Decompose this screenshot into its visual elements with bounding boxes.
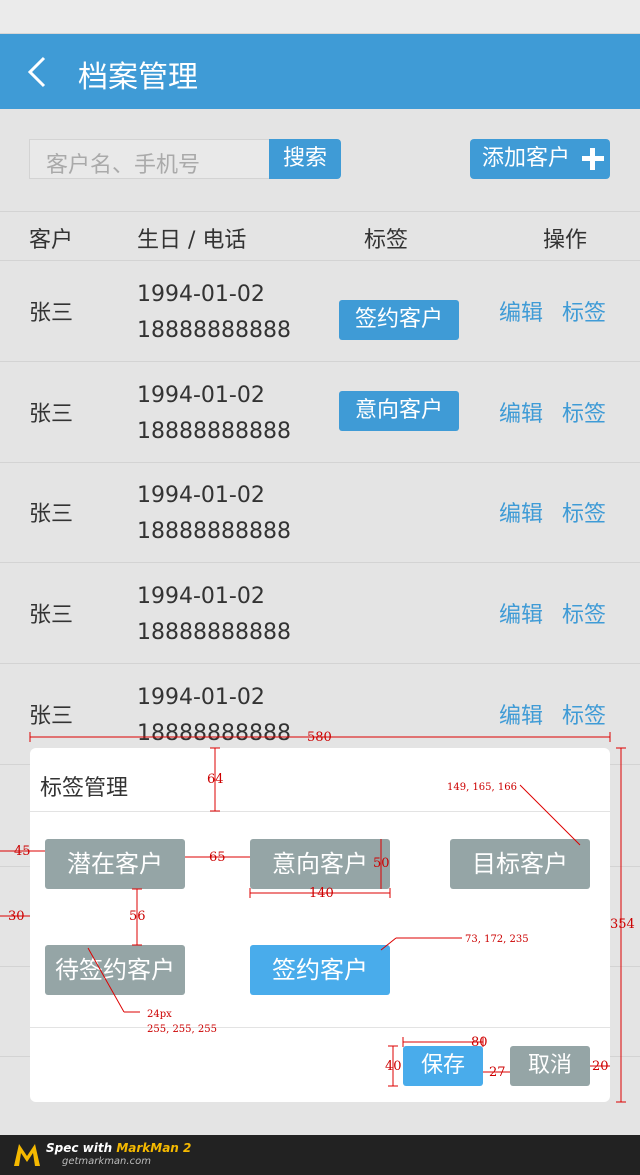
customer-phone: 18888888888 (137, 419, 291, 444)
page-title: 档案管理 (78, 60, 198, 95)
search-button[interactable]: 搜索 (269, 139, 341, 179)
column-header-tag: 标签 (364, 228, 409, 253)
customer-name: 张三 (29, 603, 74, 628)
chip-pending-customer[interactable]: 待签约客户 (45, 945, 185, 995)
annotation-left-45: 45 (14, 844, 31, 859)
customer-info: 1994-01-02 18888888888 (137, 277, 291, 349)
tag-link[interactable]: 标签 (562, 295, 606, 327)
customer-birthday: 1994-01-02 (137, 584, 265, 609)
customer-tag-badge: 签约客户 (339, 300, 459, 340)
customer-birthday: 1994-01-02 (137, 282, 265, 307)
edit-link[interactable]: 编辑 (499, 396, 543, 428)
customer-info: 1994-01-02 18888888888 (137, 378, 291, 450)
edit-link[interactable]: 编辑 (499, 496, 543, 528)
edit-link[interactable]: 编辑 (499, 597, 543, 629)
customer-phone: 18888888888 (137, 519, 291, 544)
customer-tag-badge: 意向客户 (339, 391, 459, 431)
chip-potential-customer[interactable]: 潜在客户 (45, 839, 185, 889)
customer-name: 张三 (29, 301, 74, 326)
tag-link[interactable]: 标签 (562, 396, 606, 428)
customer-phone: 18888888888 (137, 620, 291, 645)
brand-text: Spec with MarkMan 2 (46, 1141, 191, 1155)
customer-phone: 18888888888 (137, 318, 291, 343)
edit-link[interactable]: 编辑 (499, 698, 543, 730)
customer-name: 张三 (29, 704, 74, 729)
save-button[interactable]: 保存 (403, 1046, 483, 1086)
tag-link[interactable]: 标签 (562, 698, 606, 730)
search-row: 客户名、手机号 搜索 添加客户 (0, 109, 640, 211)
chip-intent-customer[interactable]: 意向客户 (250, 839, 390, 889)
customer-info: 1994-01-02 18888888888 (137, 579, 291, 651)
brand-name: MarkMan 2 (116, 1141, 192, 1155)
annotation-left-30: 30 (8, 909, 25, 924)
tag-link[interactable]: 标签 (562, 597, 606, 629)
markman-footer: Spec with MarkMan 2 getmarkman.com (0, 1135, 640, 1175)
customer-birthday: 1994-01-02 (137, 685, 265, 710)
markman-logo-icon (14, 1144, 40, 1166)
divider (30, 1027, 610, 1028)
status-bar (0, 0, 640, 34)
table-header: 客户 生日 / 电话 标签 操作 (0, 211, 640, 261)
customer-info: 1994-01-02 18888888888 (137, 478, 291, 550)
top-bar: 档案管理 (0, 34, 640, 109)
customer-birthday: 1994-01-02 (137, 483, 265, 508)
customer-birthday: 1994-01-02 (137, 383, 265, 408)
table-row: 张三 1994-01-02 18888888888 意向客户 编辑 标签 (0, 362, 640, 463)
back-arrow-icon[interactable] (24, 54, 54, 90)
table-row: 张三 1994-01-02 18888888888 编辑 标签 (0, 563, 640, 664)
customer-phone: 18888888888 (137, 721, 291, 746)
cancel-button[interactable]: 取消 (510, 1046, 590, 1086)
brand-site: getmarkman.com (62, 1156, 151, 1167)
search-input[interactable]: 客户名、手机号 (29, 139, 271, 179)
table-row: 张三 1994-01-02 18888888888 编辑 标签 (0, 462, 640, 563)
plus-icon (582, 148, 604, 170)
column-header-actions: 操作 (543, 228, 588, 253)
tag-link[interactable]: 标签 (562, 496, 606, 528)
customer-info: 1994-01-02 18888888888 (137, 680, 291, 752)
divider (30, 811, 610, 812)
chip-target-customer[interactable]: 目标客户 (450, 839, 590, 889)
edit-link[interactable]: 编辑 (499, 295, 543, 327)
customer-name: 张三 (29, 402, 74, 427)
customer-name: 张三 (29, 502, 74, 527)
column-header-birthday-phone: 生日 / 电话 (137, 228, 247, 253)
table-row: 张三 1994-01-02 18888888888 签约客户 编辑 标签 (0, 261, 640, 362)
add-customer-label: 添加客户 (482, 146, 571, 171)
chip-signed-customer[interactable]: 签约客户 (250, 945, 390, 995)
brand-prefix: Spec with (46, 1141, 117, 1155)
add-customer-button[interactable]: 添加客户 (470, 139, 610, 179)
annotation-height-354: 354 (610, 917, 635, 932)
column-header-customer: 客户 (29, 228, 74, 253)
tag-management-dialog: 标签管理 潜在客户 意向客户 目标客户 待签约客户 签约客户 保存 取消 (30, 748, 610, 1102)
dialog-title: 标签管理 (40, 776, 129, 801)
